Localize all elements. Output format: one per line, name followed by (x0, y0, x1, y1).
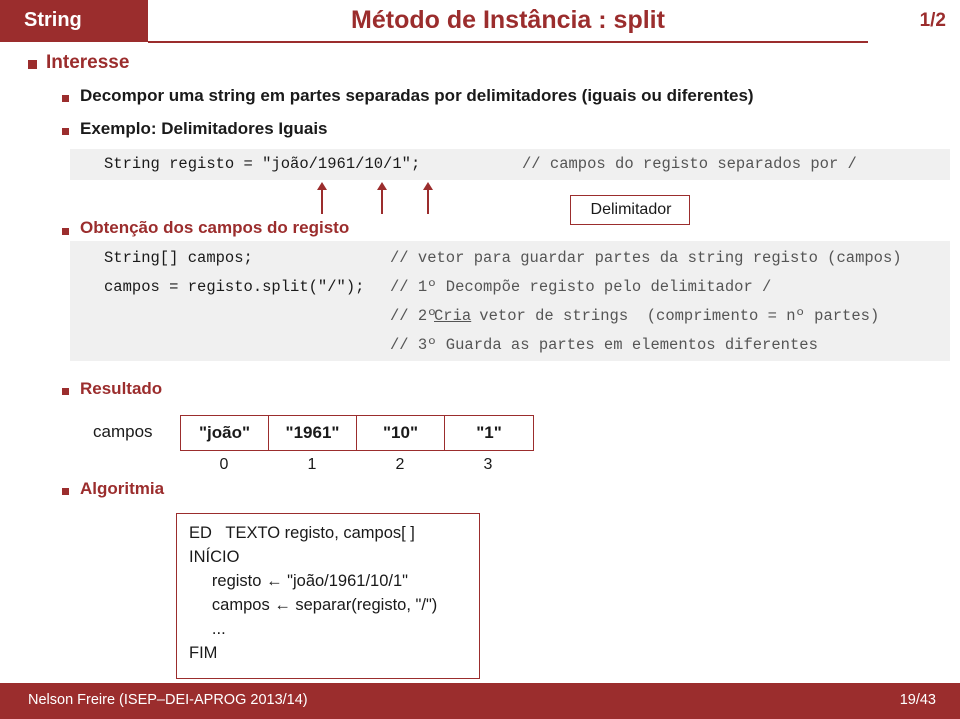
delimiter-arrow-3 (423, 182, 433, 214)
code-step2-comment-rest: vetor de strings (comprimento = nº parte… (470, 307, 880, 325)
delimiter-arrow-2 (377, 182, 387, 214)
result-cell-2: "10" (357, 416, 445, 450)
code-campos-declaration: String[] campos; (104, 249, 253, 267)
result-cell-1: "1961" (269, 416, 357, 450)
delimiter-arrow-1 (317, 182, 327, 214)
result-index-2: 2 (395, 456, 405, 473)
delimitador-label: Delimitador (590, 201, 672, 218)
header-page-indicator: 1/2 (919, 10, 946, 31)
algorithm-line-4: ... (189, 620, 226, 638)
delimitador-callout: Delimitador (570, 195, 690, 225)
code-campos-comment: // vetor para guardar partes da string r… (390, 249, 902, 267)
footer-author: Nelson Freire (ISEP–DEI-APROG 2013/14) (28, 692, 308, 708)
text-obtencao: Obtenção dos campos do registo (80, 218, 350, 237)
bullet-exemplo (62, 128, 69, 135)
header-topic-label: String (24, 9, 82, 31)
result-campos-label: campos (93, 422, 153, 441)
algorithm-line-1: INÍCIO (189, 548, 240, 566)
code-block-split: String[] campos; // vetor para guardar p… (70, 241, 950, 361)
result-cells: "joão" "1961" "10" "1" (180, 415, 534, 451)
page-title: Método de Instância : split (351, 6, 665, 34)
code-block-declaration: String registo = "joão/1961/10/1"; // ca… (70, 149, 950, 180)
algorithm-line-2: registo ← "joão/1961/10/1" (189, 572, 409, 590)
result-index-1: 1 (307, 456, 317, 473)
text-exemplo: Exemplo: Delimitadores Iguais (80, 119, 328, 138)
section-interesse-label: Interesse (46, 52, 130, 73)
slide-header: String Método de Instância : split 1/2 (0, 0, 960, 43)
bullet-resultado (62, 388, 69, 395)
header-topic-banner: String (0, 0, 148, 42)
code-split-call: campos = registo.split("/"); (104, 278, 365, 296)
text-resultado: Resultado (80, 379, 163, 398)
result-index-0: 0 (219, 456, 229, 473)
code-step3-comment: // 3º Guarda as partes em elementos dife… (390, 336, 818, 354)
bullet-interesse (28, 60, 37, 69)
footer-slide-number: 19/43 (899, 692, 936, 708)
result-indices: 0 1 2 3 (180, 456, 532, 474)
bullet-algoritmia (62, 488, 69, 495)
algorithm-line-3: campos ← separar(registo, "/") (189, 596, 438, 614)
header-divider (148, 41, 868, 43)
bullet-decompor (62, 95, 69, 102)
code-declaration-text: String registo = "joão/1961/10/1"; (104, 155, 421, 173)
code-declaration-comment: // campos do registo separados por / (522, 155, 857, 173)
slide-footer: Nelson Freire (ISEP–DEI-APROG 2013/14) 1… (0, 683, 960, 719)
code-step2-comment-keyword: Cria (434, 307, 472, 325)
result-cell-3: "1" (476, 423, 502, 442)
bullet-obtencao (62, 228, 69, 235)
algorithm-line-5: FIM (189, 644, 218, 662)
algorithm-box: ED TEXTO registo, campos[ ] INÍCIO regis… (176, 513, 480, 679)
result-index-3: 3 (483, 456, 493, 473)
algorithm-line-0: ED TEXTO registo, campos[ ] (189, 524, 415, 542)
text-algoritmia: Algoritmia (80, 479, 165, 498)
code-split-comment: // 1º Decompõe registo pelo delimitador … (390, 278, 772, 296)
result-cell-0: "joão" (181, 416, 269, 450)
text-decompor: Decompor uma string em partes separadas … (80, 86, 754, 105)
